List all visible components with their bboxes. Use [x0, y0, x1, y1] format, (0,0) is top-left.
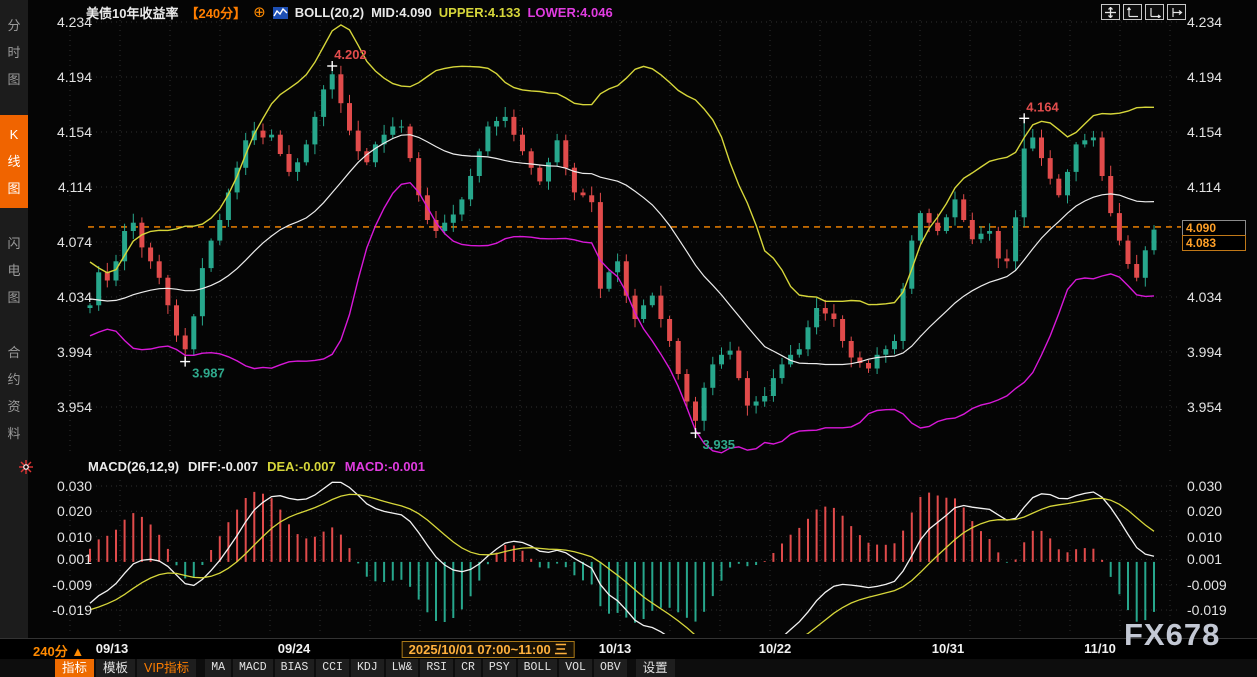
toolbar-item-boll[interactable]: BOLL: [518, 659, 558, 677]
price-axis-label-right: 4.034: [1187, 289, 1245, 305]
price-chart-canvas[interactable]: 3.987 4.202 3.935 4.164: [0, 0, 1257, 677]
svg-text:4.202: 4.202: [334, 47, 367, 62]
macd-axis-label-right: 0.020: [1187, 503, 1245, 519]
macd-axis-label-left: 0.030: [42, 478, 92, 494]
toolbar-item-macd[interactable]: MACD: [233, 659, 273, 677]
macd-axis-label-left: 0.001: [42, 551, 92, 567]
toolbar-item-lw[interactable]: LW&: [386, 659, 419, 677]
macd-axis-label-right: 0.010: [1187, 529, 1245, 545]
macd-title: MACD(26,12,9): [88, 459, 179, 474]
selected-bar-datetime: 2025/10/01 07:00~11:00 三: [402, 641, 575, 658]
boll-lower-value: LOWER:4.046: [527, 5, 612, 20]
svg-text:4.164: 4.164: [1026, 99, 1059, 114]
toolbar-item-obv[interactable]: OBV: [594, 659, 627, 677]
toolbar-item-[interactable]: 指标: [55, 659, 94, 677]
sidebar-item-1[interactable]: 分时图: [0, 6, 28, 99]
macd-axis-label-right: 0.001: [1187, 551, 1245, 567]
macd-dea-value: DEA:-0.007: [267, 459, 336, 474]
left-sidebar: 分时图 K线图闪电图合约资料: [0, 0, 28, 638]
toolbar-item-kdj[interactable]: KDJ: [351, 659, 384, 677]
price-axis-label-right: 4.154: [1187, 124, 1245, 140]
macd-axis-label-left: 0.020: [42, 503, 92, 519]
toolbar-item-bias[interactable]: BIAS: [275, 659, 315, 677]
price-axis-label-left: 4.114: [42, 179, 92, 195]
toolbar-item-cr[interactable]: CR: [455, 659, 481, 677]
price-axis-label-left: 4.034: [42, 289, 92, 305]
toolbar-item-vip[interactable]: VIP指标: [137, 659, 196, 677]
app-window: 3.987 4.202 3.935 4.164 分时图 K线图闪电图合约资料 美债10年…: [0, 0, 1257, 677]
alert-icon[interactable]: [18, 459, 34, 475]
toolbar-item-psy[interactable]: PSY: [483, 659, 516, 677]
interval-selector[interactable]: 240分 ▲: [33, 641, 84, 660]
price-axis-label-left: 4.194: [42, 69, 92, 85]
sidebar-item-2[interactable]: K线图: [0, 115, 28, 208]
scroll-right-icon[interactable]: [1167, 4, 1186, 20]
x-axis-row: 240分 ▲ 09/13 09/24 2025/10/01 07:00~11:00 …: [0, 638, 1257, 659]
instrument-title: 美债10年收益率: [86, 3, 178, 22]
chart-toolbar-icons: [1101, 4, 1186, 20]
price-axis-label-right: 4.234: [1187, 14, 1245, 30]
indicator-chip-icon: [273, 7, 288, 19]
macd-axis-label-left: 0.010: [42, 529, 92, 545]
chart-header: 美债10年收益率 【240分】 ⊕ BOLL(20,2) MID:4.090 U…: [86, 3, 613, 22]
boll-upper-value: UPPER:4.133: [439, 5, 521, 20]
price-axis-label-right: 4.194: [1187, 69, 1245, 85]
price-axis-label-left: 4.234: [42, 14, 92, 30]
macd-macd-value: MACD:-0.001: [345, 459, 425, 474]
svg-text:3.935: 3.935: [703, 437, 736, 452]
price-axis-label-right: 3.954: [1187, 399, 1245, 415]
toolbar-item-cci[interactable]: CCI: [316, 659, 349, 677]
boll-mid-value: MID:4.090: [371, 5, 432, 20]
last-price-box: 4.083: [1182, 235, 1246, 251]
sidebar-item-3[interactable]: 闪电图: [0, 224, 28, 317]
macd-axis-label-right: -0.009: [1187, 577, 1245, 593]
macd-axis-label-right: -0.019: [1187, 602, 1245, 618]
macd-axis-label-left: -0.009: [42, 577, 92, 593]
y-axis-zoom-icon[interactable]: [1123, 4, 1142, 20]
watermark: FX678: [1124, 617, 1220, 653]
macd-diff-value: DIFF:-0.007: [188, 459, 258, 474]
x-axis-tick: 10/22: [759, 641, 792, 656]
toolbar-item-vol[interactable]: VOL: [559, 659, 592, 677]
price-axis-label-left: 3.954: [42, 399, 92, 415]
toolbar-item-rsi[interactable]: RSI: [420, 659, 453, 677]
add-indicator-icon[interactable]: ⊕: [253, 6, 266, 19]
interval-arrow-icon: ▲: [71, 644, 84, 659]
x-axis-tick: 11/10: [1084, 641, 1116, 656]
svg-text:3.987: 3.987: [192, 366, 225, 381]
boll-label: BOLL(20,2): [295, 5, 364, 20]
x-axis-tick: 10/13: [599, 641, 632, 656]
toolbar-item-[interactable]: 设置: [636, 659, 675, 677]
price-axis-label-right: 4.114: [1187, 179, 1245, 195]
macd-axis-label-left: -0.019: [42, 602, 92, 618]
period-label[interactable]: 【240分】: [185, 3, 246, 22]
price-axis-label-left: 4.154: [42, 124, 92, 140]
x-axis-tick: 10/31: [932, 641, 965, 656]
mid-price-box: 4.090: [1182, 220, 1246, 236]
pan-icon[interactable]: [1101, 4, 1120, 20]
price-axis-label-left: 4.074: [42, 234, 92, 250]
sidebar-item-4[interactable]: 合约资料: [0, 333, 28, 453]
x-axis-zoom-icon[interactable]: [1145, 4, 1164, 20]
macd-header: MACD(26,12,9) DIFF:-0.007 DEA:-0.007 MAC…: [88, 459, 425, 474]
toolbar-item-ma[interactable]: MA: [205, 659, 231, 677]
x-axis-tick: 09/24: [278, 641, 311, 656]
price-axis-label-left: 3.994: [42, 344, 92, 360]
indicator-toolbar: 指标模板VIP指标 MAMACDBIASCCIKDJLW&RSICRPSYBOLL…: [0, 659, 1257, 677]
price-axis-label-right: 3.994: [1187, 344, 1245, 360]
macd-axis-label-right: 0.030: [1187, 478, 1245, 494]
x-axis-tick: 09/13: [96, 641, 129, 656]
toolbar-item-[interactable]: 模板: [96, 659, 135, 677]
